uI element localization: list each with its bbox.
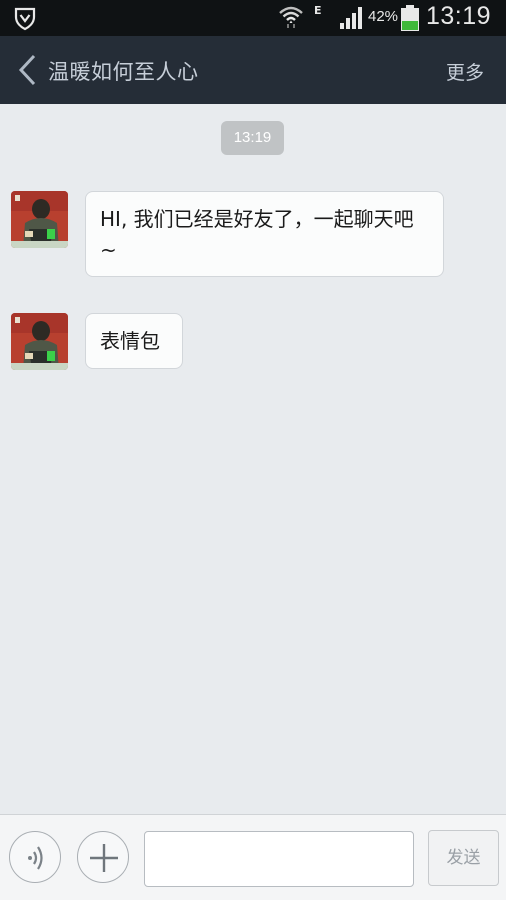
status-bar: E 42% 13:19 — [0, 0, 506, 36]
message-bubble[interactable]: HI, 我们已经是好友了，一起聊天吧~ — [85, 191, 444, 277]
message-bubble[interactable]: 表情包 — [85, 313, 183, 369]
avatar-image — [11, 191, 68, 248]
network-type-label: E — [314, 4, 322, 17]
input-bar: 发送 — [0, 814, 506, 900]
plus-icon — [90, 844, 118, 872]
contact-avatar[interactable] — [11, 313, 68, 370]
battery-icon — [401, 5, 419, 31]
chevron-left-icon[interactable] — [14, 52, 42, 88]
add-button[interactable] — [77, 831, 129, 883]
status-clock: 13:19 — [426, 2, 492, 30]
avatar-image — [11, 313, 68, 370]
message-list[interactable]: 13:19 HI, 我们已经是好友了，一起聊天吧~ 表情包 — [0, 104, 506, 814]
send-button[interactable]: 发送 — [428, 830, 499, 886]
contact-avatar[interactable] — [11, 191, 68, 248]
signal-icon — [340, 7, 362, 29]
chat-header: 温暖如何至人心 更多 — [0, 36, 506, 104]
message-timestamp: 13:19 — [221, 121, 284, 155]
message-text: 表情包 — [100, 329, 160, 353]
battery-percent: 42% — [368, 8, 399, 25]
shield-icon — [14, 7, 36, 31]
message-text: HI, 我们已经是好友了，一起聊天吧~ — [100, 207, 414, 262]
more-button[interactable]: 更多 — [446, 58, 484, 85]
chat-title: 温暖如何至人心 — [48, 60, 199, 84]
voice-icon — [28, 846, 43, 870]
wifi-icon — [279, 6, 303, 28]
message-input[interactable] — [144, 831, 414, 887]
voice-button[interactable] — [9, 831, 61, 883]
